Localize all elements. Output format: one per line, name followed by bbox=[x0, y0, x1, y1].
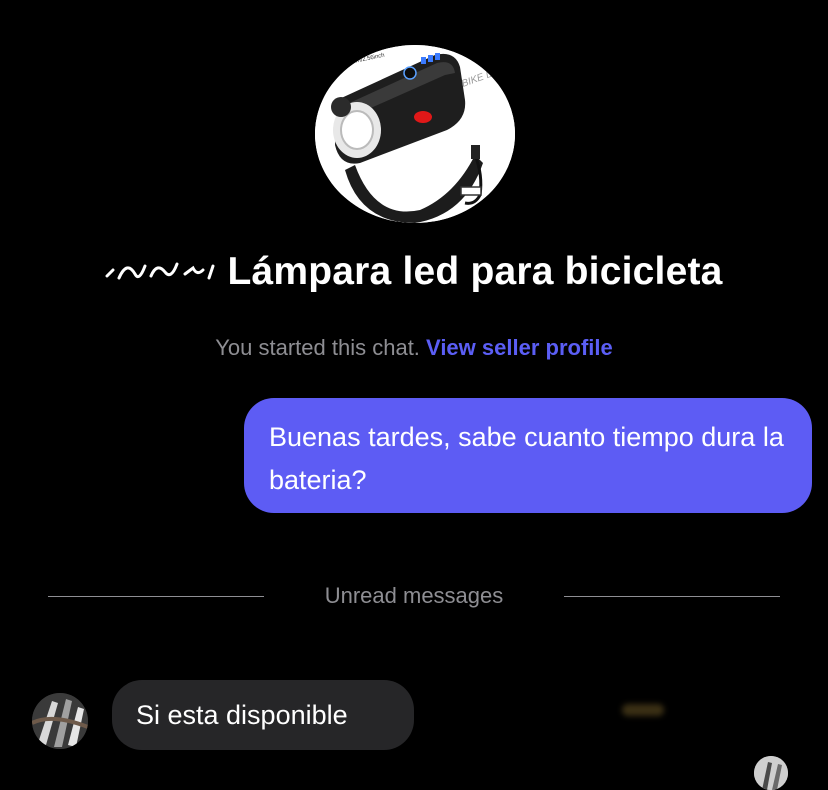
outgoing-message-text: Buenas tardes, sabe cuanto tiempo dura l… bbox=[269, 422, 784, 495]
blurred-indicator bbox=[622, 704, 664, 716]
chat-title: Lámpara led para bicicleta bbox=[0, 250, 828, 294]
chat-title-text: Lámpara led para bicicleta bbox=[227, 250, 723, 293]
corner-avatar-icon bbox=[754, 756, 788, 790]
view-seller-profile-link[interactable]: View seller profile bbox=[426, 335, 613, 360]
divider-line-right bbox=[564, 596, 780, 597]
chat-subtitle: You started this chat. View seller profi… bbox=[0, 335, 828, 361]
sender-avatar[interactable] bbox=[32, 693, 88, 749]
sender-avatar-icon bbox=[32, 693, 88, 749]
unread-divider: Unread messages bbox=[48, 580, 780, 614]
product-avatar[interactable]: 6.5cm/2.56inch BIKE LIGHT bbox=[315, 45, 515, 223]
incoming-message-text: Si esta disponible bbox=[136, 700, 348, 730]
redaction-scribble-icon bbox=[105, 262, 215, 280]
corner-avatar-thumbnail[interactable] bbox=[754, 756, 788, 790]
incoming-message-bubble[interactable]: Si esta disponible bbox=[112, 680, 414, 750]
bike-light-product-photo: 6.5cm/2.56inch BIKE LIGHT bbox=[315, 45, 515, 223]
outgoing-message-bubble[interactable]: Buenas tardes, sabe cuanto tiempo dura l… bbox=[244, 398, 812, 513]
chat-started-text: You started this chat. bbox=[215, 335, 420, 360]
